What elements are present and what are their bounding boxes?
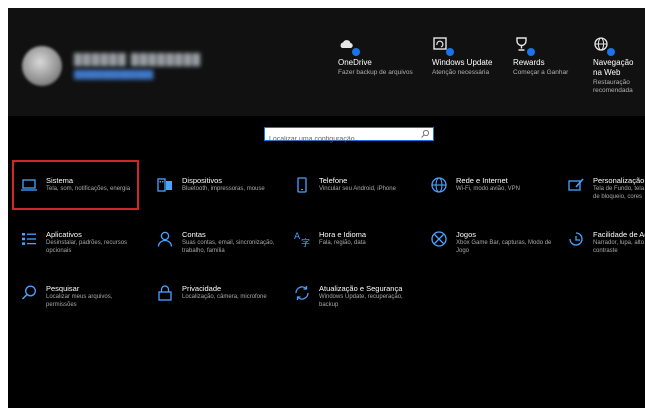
globe-icon (593, 36, 615, 56)
tile-desc: Narrador, lupa, alto contraste (593, 240, 645, 254)
promo-title: Navegação na Web (593, 58, 634, 77)
trophy-icon (513, 36, 535, 56)
tile-atualizacao-seguranca[interactable]: Atualização e Segurança Windows Update, r… (287, 276, 417, 322)
promo-desc: Começar a Ganhar (513, 69, 569, 76)
promo-onedrive[interactable]: OneDrive Fazer backup de arquivos (338, 36, 416, 77)
language-icon: A字 (293, 230, 311, 249)
tile-facilidade-acesso[interactable]: Facilidade de AcessoNarrador, lupa, alto… (561, 222, 645, 268)
phone-icon (293, 176, 311, 194)
sync-icon (293, 284, 311, 302)
tile-title: Hora e Idioma (319, 230, 367, 239)
person-icon (156, 230, 174, 248)
tile-title: Personalização (593, 176, 645, 185)
search-icon (20, 284, 38, 302)
update-icon (432, 36, 454, 56)
tile-title: Telefone (319, 176, 348, 185)
tile-contas[interactable]: Contas Suas contas, email, sincronização,… (150, 222, 280, 268)
window-top-edge (0, 0, 645, 8)
tile-desc: Fala, região, data (319, 240, 366, 246)
tile-rede-internet[interactable]: Rede e Internet Wi-Fi, modo avião, VPN (424, 168, 554, 214)
selection-highlight-box (12, 160, 139, 210)
tile-dispositivos[interactable]: Dispositivos Bluetooth, impressoras, mous… (150, 168, 280, 214)
tile-desc: Wi-Fi, modo avião, VPN (456, 186, 521, 192)
avatar[interactable] (22, 46, 62, 86)
tile-hora-idioma[interactable]: A字 Hora e Idioma Fala, região, data (287, 222, 417, 268)
tile-jogos[interactable]: Jogos Xbox Game Bar, capturas, Modo de Jo… (424, 222, 554, 268)
cloud-icon (338, 36, 360, 56)
tile-title: Pesquisar (46, 284, 80, 293)
tile-desc: Localizar meus arquivos, permissões (46, 294, 113, 308)
tile-title: Atualização e Segurança (319, 284, 403, 293)
tile-title: Aplicativos (46, 230, 82, 239)
tile-title: Dispositivos (182, 176, 223, 185)
tile-title: Contas (182, 230, 206, 239)
tile-title: Privacidade (182, 284, 222, 293)
lock-icon (156, 284, 174, 302)
promo-desc: Restauração recomendada (593, 79, 633, 94)
tile-title: Jogos (456, 230, 477, 239)
tile-desc: Tela de Fundo, tela de bloqueio, cores (593, 186, 645, 200)
tile-title: Facilidade de Acesso (593, 230, 645, 239)
brush-icon (567, 176, 585, 194)
promo-title: Windows Update (432, 58, 493, 67)
window-left-edge (0, 0, 8, 408)
profile-name-blurred: ██████ ████████ (74, 53, 202, 66)
settings-header: ██████ ████████ ██████████████ OneDrive … (8, 8, 645, 116)
svg-text:字: 字 (301, 237, 310, 248)
xbox-icon (430, 230, 448, 248)
promo-title: Rewards (513, 58, 545, 67)
tile-personalizacao[interactable]: Personalização Tela de Fundo, tela de blo… (561, 168, 645, 214)
promo-rewards[interactable]: Rewards Começar a Ganhar (513, 36, 591, 77)
tile-desc: Suas contas, email, sincronização, traba… (182, 240, 275, 254)
globe-icon (430, 176, 448, 194)
promo-desc: Atenção necessária (432, 69, 490, 76)
svg-text:A: A (294, 232, 301, 242)
search-icon[interactable] (420, 129, 430, 139)
keyboard-icon (156, 176, 174, 194)
tile-desc: Desinstalar, padrões, recursos opcionais (46, 240, 128, 254)
accessibility-icon (567, 230, 585, 248)
promo-web-browsing[interactable]: Navegação na Web Restauração recomendada (593, 36, 643, 95)
search-input[interactable] (265, 133, 414, 146)
tile-aplicativos[interactable]: Aplicativos Desinstalar, padrões, recurso… (14, 222, 144, 268)
settings-search-box[interactable] (264, 127, 434, 146)
tile-desc: Xbox Game Bar, capturas, Modo de Jogo (456, 240, 552, 254)
user-profile[interactable]: ██████ ████████ ██████████████ (22, 46, 201, 86)
tile-telefone[interactable]: Telefone Vincular seu Android, iPhone (287, 168, 417, 214)
tile-pesquisar[interactable]: Pesquisar Localizar meus arquivos, permis… (14, 276, 144, 322)
promo-title: OneDrive (338, 58, 372, 67)
tile-privacidade[interactable]: Privacidade Localização, câmera, microfon… (150, 276, 280, 322)
promo-windows-update[interactable]: Windows Update Atenção necessária (432, 36, 510, 77)
tile-desc: Vincular seu Android, iPhone (319, 186, 396, 192)
promo-desc: Fazer backup de arquivos (338, 69, 413, 76)
profile-link-blurred[interactable]: ██████████████ (74, 70, 201, 79)
apps-list-icon (20, 230, 38, 248)
tile-desc: Windows Update, recuperação, backup (319, 294, 403, 308)
tile-desc: Localização, câmera, microfone (182, 294, 267, 300)
tile-desc: Bluetooth, impressoras, mouse (182, 186, 265, 192)
tile-title: Rede e Internet (456, 176, 508, 185)
